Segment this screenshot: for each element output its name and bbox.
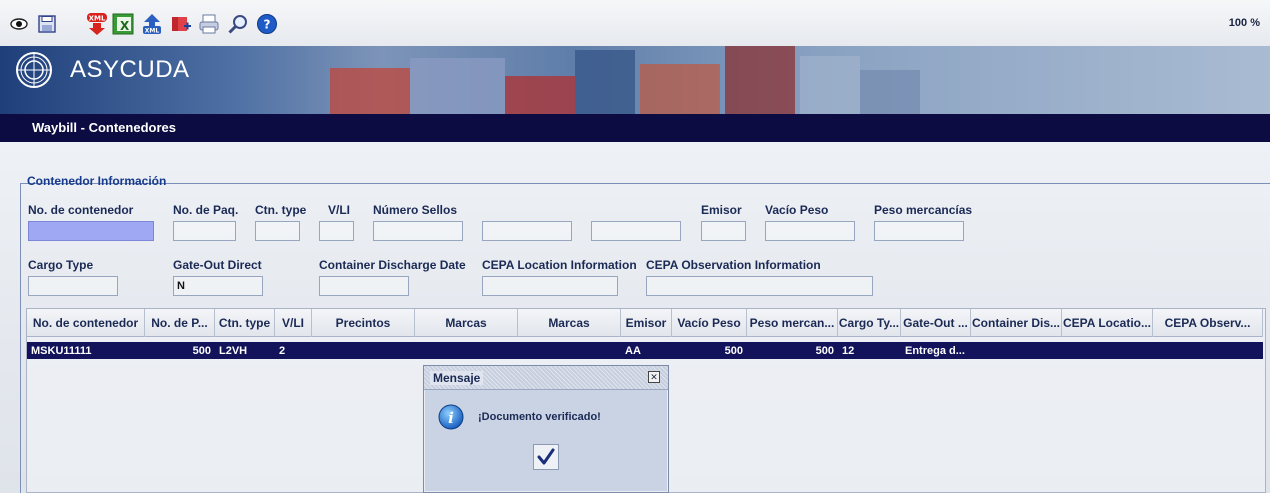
dialog-title: Mensaje — [430, 371, 484, 385]
cell-issuer: AA — [625, 344, 641, 357]
label-cargo-type: Cargo Type — [28, 258, 94, 272]
empty-weight-input[interactable] — [765, 221, 855, 241]
seal-1-input[interactable] — [373, 221, 463, 241]
print-icon[interactable] — [198, 13, 220, 35]
column-header-vli[interactable]: V/LI — [275, 309, 312, 337]
svg-text:XML: XML — [89, 15, 106, 23]
cell-discharge — [971, 342, 1062, 359]
cell-goods-weight: 500 — [815, 344, 834, 357]
xml-import-icon[interactable]: XML — [141, 13, 163, 35]
label-container-no: No. de contenedor — [28, 203, 134, 217]
cell-cargo-type: 12 — [842, 344, 855, 357]
cargo-type-input[interactable] — [28, 276, 118, 296]
label-discharge-date: Container Discharge Date — [319, 258, 466, 272]
ctn-type-input[interactable] — [255, 221, 300, 241]
packages-input[interactable] — [173, 221, 236, 241]
table-header: No. de contenedor No. de P... Ctn. type … — [27, 309, 1263, 337]
zoom-level: 100 % — [1228, 17, 1260, 29]
label-cepa-observation: CEPA Observation Information — [646, 258, 821, 272]
svg-text:XML: XML — [145, 28, 160, 35]
search-icon[interactable] — [227, 13, 249, 35]
checkmark-icon — [537, 448, 555, 465]
banner-image — [330, 46, 920, 114]
label-ctn-type: Ctn. type — [255, 203, 307, 217]
cell-marks-1 — [415, 342, 518, 359]
dialog-titlebar[interactable]: Mensaje ✕ — [424, 366, 668, 390]
help-icon[interactable]: ? — [256, 13, 278, 35]
column-header-cargo-type[interactable]: Cargo Ty... — [838, 309, 901, 337]
dialog-message: ¡Documento verificado! — [478, 411, 601, 423]
column-header-marks-1[interactable]: Marcas — [415, 309, 518, 337]
column-header-cepa-observation[interactable]: CEPA Observ... — [1153, 309, 1263, 337]
cell-empty-weight: 500 — [724, 344, 743, 357]
label-seals: Número Sellos — [373, 203, 458, 217]
column-header-discharge[interactable]: Container Dis... — [971, 309, 1062, 337]
asycuda-banner: ASYCUDA — [0, 46, 1270, 114]
label-empty-weight: Vacío Peso — [765, 203, 829, 217]
column-header-gate-out[interactable]: Gate-Out ... — [901, 309, 971, 337]
cell-packages: 500 — [192, 344, 211, 357]
message-dialog: Mensaje ✕ i ¡Documento verificado! — [423, 365, 669, 493]
label-issuer: Emisor — [701, 203, 742, 217]
cell-container-no: MSKU11111 — [31, 344, 92, 357]
close-icon[interactable]: ✕ — [648, 371, 660, 383]
vli-input[interactable] — [319, 221, 354, 241]
issuer-input[interactable] — [701, 221, 746, 241]
cell-gate-out: Entrega d... — [905, 344, 965, 357]
label-goods-weight: Peso mercancías — [874, 203, 973, 217]
label-vli: V/LI — [328, 203, 351, 217]
info-icon: i — [438, 404, 464, 430]
xml-export-icon[interactable]: XML — [84, 13, 110, 35]
svg-text:X: X — [120, 19, 130, 33]
column-header-marks-2[interactable]: Marcas — [518, 309, 621, 337]
cell-vli: 2 — [279, 344, 286, 357]
column-header-issuer[interactable]: Emisor — [621, 309, 672, 337]
container-no-input[interactable] — [28, 221, 154, 241]
attach-document-icon[interactable] — [170, 13, 192, 35]
cell-seals — [312, 342, 415, 359]
label-gate-out: Gate-Out Direct — [173, 258, 262, 272]
un-logo — [16, 52, 52, 88]
column-header-empty-weight[interactable]: Vacío Peso — [672, 309, 747, 337]
asycuda-window: XML X XML ? 100 % ASYCUDA Waybill - Cont… — [0, 0, 1270, 493]
toolbar: XML X XML ? 100 % — [0, 0, 1270, 46]
label-cepa-location: CEPA Location Information — [482, 258, 637, 272]
cell-cepa-location — [1062, 342, 1153, 359]
cell-cepa-observation — [1153, 342, 1263, 359]
column-header-cepa-location[interactable]: CEPA Locatio... — [1062, 309, 1153, 337]
svg-text:?: ? — [264, 18, 271, 32]
brand-title: ASYCUDA — [70, 56, 190, 83]
column-header-seals[interactable]: Precintos — [312, 309, 415, 337]
save-icon[interactable] — [36, 13, 58, 35]
excel-icon[interactable]: X — [112, 13, 134, 35]
table-row[interactable]: MSKU11111 500 L2VH 2 AA 500 500 12 Entre… — [27, 342, 1263, 359]
goods-weight-input[interactable] — [874, 221, 964, 241]
svg-text:i: i — [448, 409, 454, 427]
column-header-goods-weight[interactable]: Peso mercan... — [747, 309, 838, 337]
label-packages: No. de Paq. — [173, 203, 239, 217]
column-header-container-no[interactable]: No. de contenedor — [27, 309, 145, 337]
window-title: Waybill - Contenedores — [0, 114, 1270, 142]
cell-marks-2 — [518, 342, 621, 359]
column-header-ctn-type[interactable]: Ctn. type — [215, 309, 275, 337]
seal-2-input[interactable] — [482, 221, 572, 241]
seal-3-input[interactable] — [591, 221, 681, 241]
ok-button[interactable] — [533, 444, 559, 470]
cepa-location-input[interactable] — [482, 276, 618, 296]
discharge-date-input[interactable] — [319, 276, 409, 296]
gate-out-input[interactable]: N — [173, 276, 263, 296]
eye-icon[interactable] — [8, 13, 30, 35]
cepa-observation-input[interactable] — [646, 276, 873, 296]
container-info-legend: Contenedor Información — [27, 174, 167, 188]
column-header-packages[interactable]: No. de P... — [145, 309, 215, 337]
cell-ctn-type: L2VH — [219, 344, 248, 357]
